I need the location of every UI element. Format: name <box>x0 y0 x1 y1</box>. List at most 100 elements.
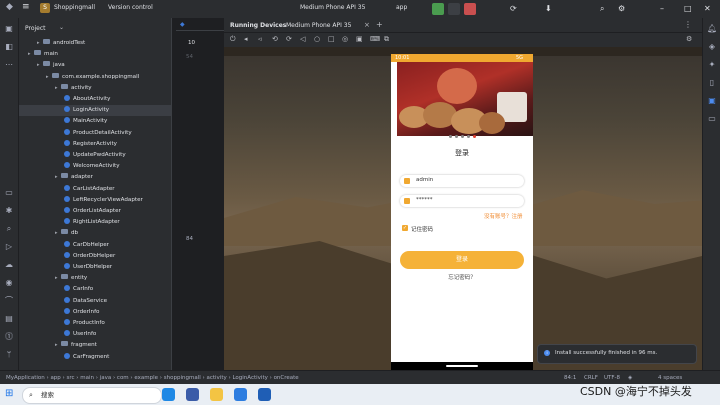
main-menu-icon[interactable]: ≡ <box>22 2 30 12</box>
screenshot-icon[interactable]: ◎ <box>342 35 348 43</box>
mirror-icon[interactable]: ⧉ <box>384 35 389 44</box>
rotate-right-icon[interactable]: ⟳ <box>286 35 292 43</box>
indicator-dot[interactable] <box>467 135 470 138</box>
close-tab-icon[interactable]: × <box>364 21 370 29</box>
run-config-selector[interactable]: app <box>396 4 407 11</box>
logcat-icon[interactable]: ⌕ <box>4 224 14 234</box>
breadcrumb-item[interactable]: LoginActivity <box>232 375 267 381</box>
tree-class-item[interactable]: WelcomeActivity <box>19 161 171 172</box>
tree-class-item[interactable]: OrderListAdapter <box>19 206 171 217</box>
version-control-menu[interactable]: Version control <box>108 4 153 11</box>
chevron-down-icon[interactable]: ⌄ <box>59 24 64 31</box>
tree-class-item[interactable]: DataService <box>19 296 171 307</box>
project-tool-icon[interactable]: ▣ <box>4 24 14 34</box>
tree-folder[interactable]: ▸ com.example.shoppingmall <box>19 72 171 83</box>
breadcrumb-item[interactable]: main <box>80 375 94 381</box>
project-panel-title[interactable]: Project <box>25 25 46 32</box>
editor-tab[interactable]: ◆ <box>176 18 224 31</box>
problems-icon[interactable]: ⓵ <box>4 332 14 342</box>
android-studio-taskbar-icon[interactable] <box>186 388 199 401</box>
cursor-position[interactable]: 84:1 <box>564 371 576 385</box>
indicator-dot[interactable] <box>449 135 452 138</box>
power-icon[interactable]: ⏻ <box>230 35 236 44</box>
more-tools-icon[interactable]: ⋯ <box>4 60 14 70</box>
tree-folder[interactable]: ▸ fragment <box>19 340 171 351</box>
build-icon[interactable]: ◉ <box>4 278 14 288</box>
tree-class-item[interactable]: CarInfo <box>19 284 171 295</box>
tree-class-item[interactable]: ProductDetailActivity <box>19 128 171 139</box>
emulator-icon[interactable]: ▭ <box>707 114 717 124</box>
password-field[interactable]: ****** <box>400 195 524 207</box>
app-inspection-icon[interactable]: ☁ <box>4 260 14 270</box>
tree-folder[interactable]: ▸ db <box>19 228 171 239</box>
device-manager-icon[interactable]: ▯ <box>707 78 717 88</box>
register-link[interactable]: 没有账号？注册 <box>484 212 523 220</box>
device-selector[interactable]: Medium Phone API 35 <box>300 4 365 11</box>
close-icon[interactable]: ✕ <box>704 4 711 13</box>
indicator-dot[interactable] <box>461 135 464 138</box>
file-explorer-icon[interactable] <box>210 388 223 401</box>
tree-class-item[interactable]: UserDbHelper <box>19 262 171 273</box>
tree-class-item[interactable]: MainActivity <box>19 116 171 127</box>
running-devices-icon[interactable]: ▣ <box>707 96 717 106</box>
search-icon[interactable]: ⌕ <box>600 4 604 14</box>
breadcrumb-item[interactable]: java <box>100 375 112 381</box>
bug-icon[interactable]: ✱ <box>4 206 14 216</box>
breadcrumb-item[interactable]: MyApplication <box>6 375 45 381</box>
volume-up-icon[interactable]: ◂ <box>244 35 248 43</box>
tree-class-item[interactable]: CarListAdapter <box>19 184 171 195</box>
banner-image[interactable] <box>397 62 533 136</box>
maximize-icon[interactable]: □ <box>684 4 692 13</box>
tree-class-item[interactable]: UpdatePwdActivity <box>19 150 171 161</box>
breadcrumb-item[interactable]: onCreate <box>274 375 299 381</box>
running-devices-tab[interactable]: Running Devices <box>230 22 286 29</box>
tree-class-item[interactable]: UserInfo <box>19 329 171 340</box>
breadcrumb-item[interactable]: example <box>134 375 158 381</box>
rotate-left-icon[interactable]: ⟲ <box>272 35 278 43</box>
breadcrumb-item[interactable]: activity <box>206 375 226 381</box>
store-icon[interactable] <box>258 388 271 401</box>
run-tool-icon[interactable]: ▷ <box>4 242 14 252</box>
editor-warning-count[interactable]: 10 <box>188 40 195 46</box>
gradle-icon[interactable]: ◈ <box>707 42 717 52</box>
resource-manager-icon[interactable]: ◧ <box>4 42 14 52</box>
more-options-icon[interactable]: ⋮ <box>684 20 692 29</box>
windows-start-icon[interactable]: ⊞ <box>5 389 13 399</box>
tree-class-item[interactable]: OrderInfo <box>19 307 171 318</box>
tree-folder[interactable]: ▸ java <box>19 60 171 71</box>
username-field[interactable]: admin <box>400 175 524 187</box>
tree-class-item[interactable]: ProductInfo <box>19 318 171 329</box>
mail-icon[interactable] <box>234 388 247 401</box>
project-name[interactable]: Shoppingmall <box>54 4 95 11</box>
taskbar-search[interactable]: ⌕ 搜索 <box>22 387 162 404</box>
keyboard-icon[interactable]: ⌨ <box>370 35 380 43</box>
record-icon[interactable]: ▣ <box>356 35 363 43</box>
tree-class-item[interactable]: CarFragment <box>19 352 171 363</box>
terminal-icon[interactable]: ▤ <box>4 314 14 324</box>
tree-folder[interactable]: ▸ activity <box>19 83 171 94</box>
indicator-dot[interactable] <box>455 135 458 138</box>
git-icon[interactable]: ᛘ <box>4 350 14 360</box>
tree-folder[interactable]: ▸ entity <box>19 273 171 284</box>
device-manager-icon[interactable]: ▭ <box>4 188 14 198</box>
settings-gear-icon[interactable]: ⚙ <box>686 35 692 43</box>
sync-icon[interactable]: ⟳ <box>510 4 517 13</box>
tree-class-item[interactable]: RegisterActivity <box>19 139 171 150</box>
tree-folder[interactable]: ▸ androidTest <box>19 38 171 49</box>
login-button[interactable]: 登录 <box>400 251 524 269</box>
profiler-icon[interactable]: ⌒ <box>4 296 14 306</box>
breadcrumb-item[interactable]: app <box>50 375 60 381</box>
back-icon[interactable]: ◁ <box>300 35 305 43</box>
tree-class-item[interactable]: RightListAdapter <box>19 217 171 228</box>
tree-folder[interactable]: ▸ main <box>19 49 171 60</box>
tree-class-item[interactable]: OrderDbHelper <box>19 251 171 262</box>
gemini-icon[interactable]: ✦ <box>707 60 717 70</box>
tree-folder[interactable]: ▸ adapter <box>19 172 171 183</box>
indicator-dot-active[interactable] <box>473 135 476 138</box>
forgot-password-link[interactable]: 忘记密码？ <box>391 273 533 281</box>
gesture-handle[interactable] <box>446 365 478 367</box>
device-tab[interactable]: Medium Phone API 35 <box>286 22 351 29</box>
breadcrumb-item[interactable]: shoppingmall <box>164 375 201 381</box>
debug-button[interactable] <box>448 3 460 15</box>
settings-icon[interactable]: ⚙ <box>618 4 625 13</box>
